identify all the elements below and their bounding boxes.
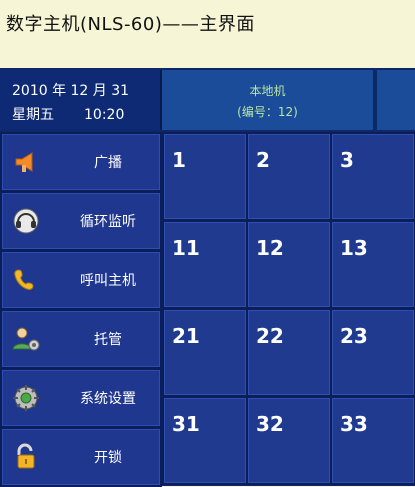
- station-cell[interactable]: 12: [246, 220, 332, 309]
- station-number: 33: [340, 412, 368, 436]
- local-host-name: 本地机: [249, 84, 286, 98]
- station-cell[interactable]: 13: [330, 220, 415, 309]
- station-cell[interactable]: 11: [162, 220, 248, 309]
- title-bar: 数字主机(NLS-60)——主界面: [0, 0, 415, 68]
- menu-item-label: 广播: [94, 155, 122, 171]
- station-number: 13: [340, 236, 368, 260]
- settings-gear-icon: [10, 382, 42, 414]
- station-cell[interactable]: 1: [162, 132, 248, 221]
- local-host-number: (编号：12): [237, 105, 298, 119]
- weekday-time-row: 星期五 10:20: [12, 104, 124, 124]
- weekday-text: 星期五: [12, 107, 54, 123]
- local-host-info: 本地机 (编号：12): [162, 70, 375, 130]
- menu-item-label: 托管: [94, 332, 122, 348]
- station-number: 21: [172, 324, 200, 348]
- menu-item-loop-monitor[interactable]: 循环监听: [0, 191, 162, 251]
- station-number: 11: [172, 236, 200, 260]
- window-title: 数字主机(NLS-60)——主界面: [6, 14, 255, 35]
- megaphone-icon: [10, 146, 42, 178]
- date-text: 2010 年 12 月 31: [12, 83, 130, 99]
- station-number: 32: [256, 412, 284, 436]
- station-number: 22: [256, 324, 284, 348]
- time-text: 10:20: [84, 107, 125, 123]
- menu-item-unlock[interactable]: 开锁: [0, 427, 162, 487]
- user-gear-icon: [10, 323, 42, 355]
- corner-button[interactable]: [375, 70, 415, 130]
- station-cell[interactable]: 33: [330, 396, 415, 485]
- left-menu: 广播 循环监听 呼叫主机 托管 系统设置 开锁: [0, 132, 162, 487]
- menu-item-label: 系统设置: [80, 391, 136, 407]
- menu-item-label: 开锁: [94, 450, 122, 466]
- menu-item-label: 呼叫主机: [80, 273, 136, 289]
- station-number: 12: [256, 236, 284, 260]
- station-number: 23: [340, 324, 368, 348]
- station-cell[interactable]: 32: [246, 396, 332, 485]
- station-number: 3: [340, 148, 354, 172]
- date-time-box: 2010 年 12 月 31 星期五 10:20: [0, 70, 162, 130]
- station-cell[interactable]: 23: [330, 308, 415, 397]
- station-number: 1: [172, 148, 186, 172]
- station-number: 2: [256, 148, 270, 172]
- menu-item-system-settings[interactable]: 系统设置: [0, 368, 162, 428]
- menu-item-call-host[interactable]: 呼叫主机: [0, 250, 162, 310]
- station-cell[interactable]: 3: [330, 132, 415, 221]
- station-grid: 1 2 3 11 12 13 21 22 23 31 32 33: [162, 132, 415, 486]
- station-cell[interactable]: 2: [246, 132, 332, 221]
- station-cell[interactable]: 22: [246, 308, 332, 397]
- station-cell[interactable]: 31: [162, 396, 248, 485]
- station-cell[interactable]: 21: [162, 308, 248, 397]
- menu-item-managed[interactable]: 托管: [0, 309, 162, 369]
- menu-item-label: 循环监听: [80, 214, 136, 230]
- station-number: 31: [172, 412, 200, 436]
- phone-icon: [10, 264, 42, 296]
- unlock-icon: [10, 441, 42, 473]
- menu-item-broadcast[interactable]: 广播: [0, 132, 162, 192]
- headset-icon: [10, 205, 42, 237]
